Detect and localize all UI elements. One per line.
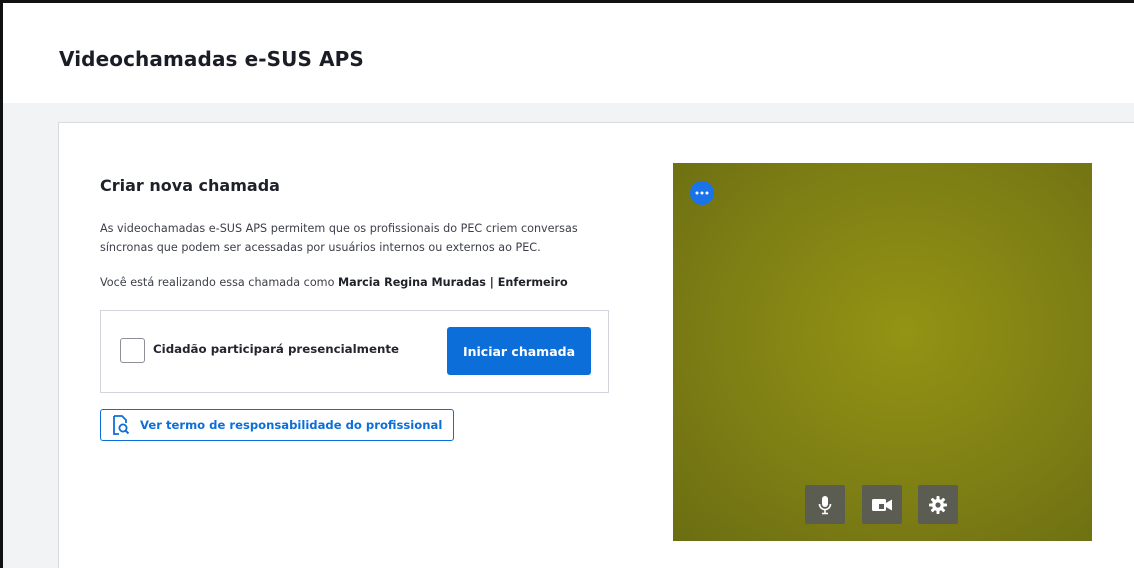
view-terms-label: Ver termo de responsabilidade do profiss… (140, 418, 443, 432)
page-header: Videochamadas e-SUS APS (3, 3, 1134, 103)
view-terms-button[interactable]: Ver termo de responsabilidade do profiss… (100, 409, 454, 441)
microphone-button[interactable] (805, 485, 845, 524)
caller-name: Marcia Regina Muradas | Enfermeiro (337, 276, 568, 289)
section-title: Criar nova chamada (100, 176, 280, 195)
camera-icon (872, 498, 892, 511)
settings-button[interactable] (918, 485, 958, 524)
description-text: As videochamadas e-SUS APS permitem que … (100, 219, 620, 257)
caller-prefix: Você está realizando essa chamada como (100, 276, 338, 289)
microphone-icon (818, 495, 832, 514)
camera-button[interactable] (862, 485, 902, 524)
settings-gear-icon (929, 495, 947, 514)
more-horizontal-icon[interactable] (690, 181, 714, 205)
caller-info: Você está realizando essa chamada como M… (100, 276, 620, 289)
description-line-2: síncronas que podem ser acessadas por us… (100, 241, 541, 254)
in-person-checkbox[interactable] (120, 338, 145, 363)
page-title: Videochamadas e-SUS APS (59, 47, 364, 71)
start-call-button[interactable]: Iniciar chamada (447, 327, 591, 375)
description-line-1: As videochamadas e-SUS APS permitem que … (100, 222, 578, 235)
document-search-icon (112, 415, 130, 435)
in-person-checkbox-label[interactable]: Cidadão participará presencialmente (153, 342, 399, 356)
